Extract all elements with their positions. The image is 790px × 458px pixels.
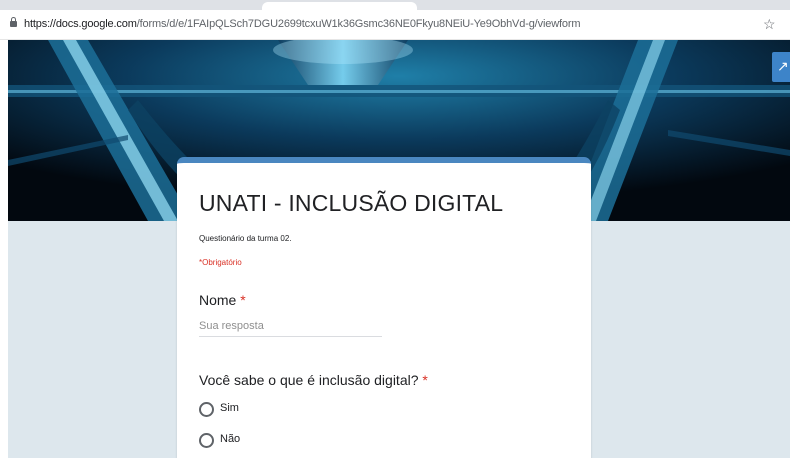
share-button[interactable]: ↗ — [772, 52, 790, 82]
form-description: Questionário da turma 02. — [199, 234, 292, 243]
active-browser-tab[interactable] — [262, 2, 417, 10]
radio-button-nao[interactable] — [199, 433, 214, 448]
form-page: ↗ UNATI - INCLUSÃO DIGITAL Questionário … — [8, 40, 790, 458]
nome-answer-input[interactable]: Sua resposta — [199, 320, 382, 337]
question-nome-label: Nome * — [199, 292, 246, 308]
address-bar[interactable]: https://docs.google.com/forms/d/e/1FAIpQ… — [0, 10, 790, 40]
option-nao-label: Não — [220, 433, 241, 445]
url-text[interactable]: https://docs.google.com/forms/d/e/1FAIpQ… — [24, 18, 581, 30]
browser-tab-strip — [0, 0, 790, 10]
url-path: /forms/d/e/1FAIpQLSch7DGU2699tcxuW1k36Gs… — [136, 18, 581, 30]
lock-icon — [10, 17, 17, 27]
required-note: *Obrigatório — [199, 258, 242, 267]
required-asterisk: * — [240, 292, 246, 308]
bookmark-star-icon[interactable]: ☆ — [763, 16, 776, 33]
url-domain: https://docs.google.com — [24, 18, 137, 30]
option-sim-label: Sim — [220, 402, 239, 414]
arrow-up-icon: ↗ — [777, 58, 789, 74]
question-inclusao-text: Você sabe o que é inclusão digital? — [199, 372, 419, 388]
question-inclusao-label: Você sabe o que é inclusão digital? * — [199, 372, 428, 388]
question-nome-text: Nome — [199, 292, 237, 308]
radio-button-sim[interactable] — [199, 402, 214, 417]
required-asterisk: * — [422, 372, 428, 388]
form-title: UNATI - INCLUSÃO DIGITAL — [199, 190, 504, 216]
answer-placeholder: Sua resposta — [199, 320, 264, 332]
form-header-card: UNATI - INCLUSÃO DIGITAL Questionário da… — [177, 157, 591, 458]
